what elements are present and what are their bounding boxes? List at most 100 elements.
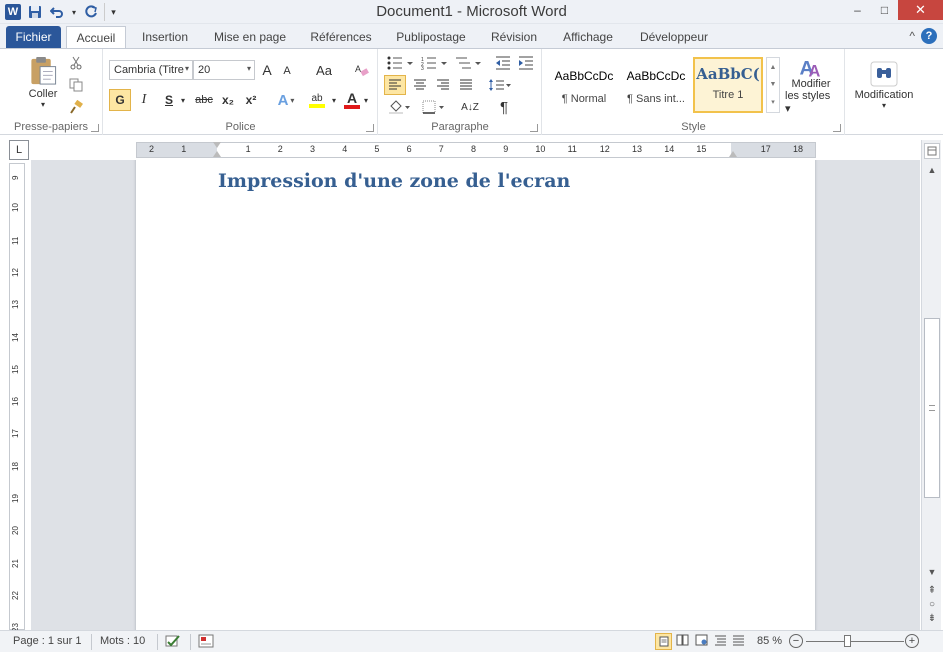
sort-icon[interactable]: A↓Z	[459, 97, 481, 117]
tab-selector-icon[interactable]: L	[9, 140, 29, 160]
restore-button[interactable]: □	[871, 0, 898, 20]
tab-mailings[interactable]: Publipostage	[388, 26, 474, 48]
tab-insert[interactable]: Insertion	[133, 26, 197, 48]
proofing-icon[interactable]	[164, 634, 184, 650]
scroll-down-icon[interactable]: ▼	[924, 564, 940, 580]
clear-formatting-icon[interactable]: A	[352, 60, 372, 80]
document-heading[interactable]: Impression d'une zone de l'ecran	[218, 170, 570, 192]
bullets-icon[interactable]	[385, 53, 415, 73]
text-effects-icon[interactable]: A ▾	[274, 89, 298, 111]
word-count[interactable]: Mots : 10	[100, 635, 145, 647]
show-formatting-icon[interactable]: ¶	[494, 97, 514, 117]
change-case-icon[interactable]: Aa	[311, 60, 337, 80]
styles-scroll[interactable]: ▲ ▼ ▾	[766, 57, 780, 113]
cut-icon[interactable]	[68, 55, 84, 71]
font-color-button[interactable]: A	[340, 89, 364, 111]
increase-indent-icon[interactable]	[516, 53, 536, 73]
font-name-combo[interactable]: Cambria (Titre ▾	[109, 60, 193, 80]
scroll-up-icon[interactable]: ▲	[924, 162, 940, 178]
vertical-ruler-numbers: 9 10 11 12 13 14 15 16 17 18 19 20 21 22 23	[10, 164, 24, 633]
justify-button[interactable]	[455, 75, 477, 95]
page-count[interactable]: Page : 1 sur 1	[13, 635, 82, 647]
outline-view-icon[interactable]	[714, 634, 729, 649]
clipboard-launcher-icon[interactable]	[91, 124, 99, 132]
styles-scroll-up-icon[interactable]: ▲	[770, 64, 777, 71]
multilevel-list-icon[interactable]	[453, 53, 483, 73]
editing-dropdown-icon[interactable]: ▾	[882, 101, 886, 110]
paste-button[interactable]: Coller ▾	[24, 55, 62, 109]
paste-dropdown-icon[interactable]: ▾	[41, 100, 45, 109]
align-center-button[interactable]	[409, 75, 431, 95]
style-heading-1[interactable]: AaBbC( Titre 1	[693, 57, 763, 113]
change-styles-button[interactable]: AA Modifier les styles ▾	[785, 55, 837, 115]
zoom-slider-thumb[interactable]	[844, 635, 851, 647]
zoom-slider-track[interactable]	[806, 641, 904, 642]
highlight-color-button[interactable]: ab	[304, 89, 330, 111]
decrease-indent-icon[interactable]	[493, 53, 513, 73]
grow-font-icon[interactable]: A	[258, 60, 276, 80]
shading-icon[interactable]	[385, 97, 415, 117]
strikethrough-button[interactable]: abc	[193, 89, 215, 111]
borders-icon[interactable]	[419, 97, 449, 117]
tab-review[interactable]: Révision	[483, 26, 545, 48]
bold-button[interactable]: G	[109, 89, 131, 111]
italic-button[interactable]: I	[135, 89, 153, 111]
subscript-button[interactable]: x₂	[218, 89, 238, 111]
style-no-spacing[interactable]: AaBbCcDc ¶ Sans int...	[621, 57, 691, 113]
help-icon[interactable]: ?	[921, 28, 937, 44]
draft-view-icon[interactable]	[732, 634, 747, 649]
minimize-button[interactable]: –	[844, 0, 871, 20]
superscript-button[interactable]: x²	[241, 89, 261, 111]
web-layout-view-icon[interactable]	[695, 634, 710, 649]
underline-button[interactable]: S	[160, 89, 178, 111]
styles-more-icon[interactable]: ▾	[771, 98, 775, 106]
macro-recording-icon[interactable]	[198, 634, 216, 650]
zoom-level[interactable]: 85 %	[757, 635, 782, 647]
change-styles-label-2: les styles ▾	[785, 90, 831, 115]
document-page[interactable]: Impression d'une zone de l'ecran	[136, 160, 815, 630]
editing-button[interactable]: Modification ▾	[852, 55, 916, 115]
tab-view[interactable]: Affichage	[554, 26, 622, 48]
align-right-button[interactable]	[432, 75, 454, 95]
minimize-ribbon-icon[interactable]: ^	[909, 29, 915, 43]
font-size-combo[interactable]: 20 ▾	[193, 60, 255, 80]
print-layout-view-icon[interactable]	[655, 633, 672, 650]
underline-dropdown-icon[interactable]: ▾	[179, 89, 187, 111]
styles-launcher-icon[interactable]	[833, 124, 841, 132]
ruler-number: 10	[535, 144, 546, 154]
zoom-out-button[interactable]: −	[789, 634, 803, 648]
numbering-icon[interactable]: 123	[419, 53, 449, 73]
tab-references[interactable]: Références	[303, 26, 379, 48]
ruler-number: 9	[11, 175, 20, 180]
font-size-dropdown-icon[interactable]: ▾	[247, 64, 251, 73]
ruler-number: 13	[632, 144, 643, 154]
font-name-dropdown-icon[interactable]: ▾	[185, 64, 189, 73]
tab-home[interactable]: Accueil	[66, 26, 126, 48]
highlight-dropdown-icon[interactable]: ▾	[330, 89, 338, 111]
first-line-indent-marker[interactable]	[213, 142, 221, 148]
view-ruler-toggle-icon[interactable]	[924, 143, 940, 159]
align-left-button[interactable]	[384, 75, 406, 95]
tab-file[interactable]: Fichier	[6, 26, 61, 48]
format-painter-icon[interactable]	[68, 99, 84, 115]
paragraph-launcher-icon[interactable]	[530, 124, 538, 132]
close-button[interactable]: ✕	[898, 0, 943, 20]
zoom-in-button[interactable]: +	[905, 634, 919, 648]
scrollbar-thumb[interactable]	[924, 318, 940, 498]
right-indent-marker[interactable]	[729, 151, 737, 157]
tab-developer[interactable]: Développeur	[631, 26, 717, 48]
vertical-scrollbar[interactable]: ▲ ▼ ⇞ ○ ⇟	[921, 140, 941, 630]
style-normal[interactable]: AaBbCcDc ¶ Normal	[549, 57, 619, 113]
vertical-ruler[interactable]: 9 10 11 12 13 14 15 16 17 18 19 20 21 22 23	[9, 163, 25, 633]
styles-scroll-down-icon[interactable]: ▼	[770, 81, 777, 88]
next-page-icon[interactable]: ⇟	[924, 610, 940, 626]
hanging-indent-marker[interactable]	[213, 151, 221, 157]
horizontal-ruler[interactable]: 2 1 1 2 3 4 5 6 7 8 9 10 11 12 13 14 15 17 18	[136, 142, 816, 158]
full-screen-reading-view-icon[interactable]	[676, 634, 691, 649]
copy-icon[interactable]	[68, 77, 84, 93]
tab-page-layout[interactable]: Mise en page	[206, 26, 294, 48]
font-launcher-icon[interactable]	[366, 124, 374, 132]
font-color-dropdown-icon[interactable]: ▾	[362, 89, 370, 111]
line-spacing-icon[interactable]	[485, 75, 515, 95]
shrink-font-icon[interactable]: A	[279, 62, 295, 80]
